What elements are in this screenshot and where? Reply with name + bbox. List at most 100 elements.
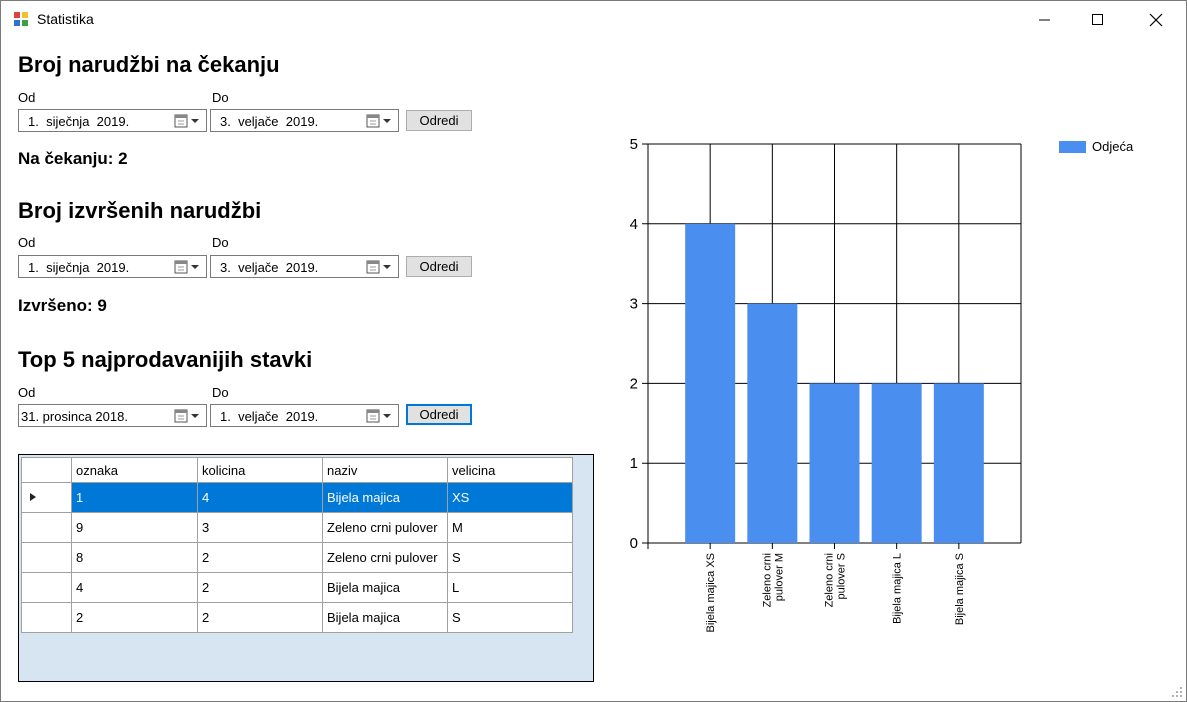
- grid-table: oznaka kolicina naziv velicina 1 4 Bijela …: [21, 457, 573, 633]
- cell-oznaka[interactable]: 2: [71, 602, 198, 633]
- x-tick-label-line: Bijela majica S: [954, 553, 966, 625]
- close-icon: [1149, 13, 1163, 27]
- resize-grip-icon[interactable]: [1171, 686, 1183, 698]
- x-tick-label-line: pulover S: [836, 553, 848, 599]
- maximize-icon: [1092, 14, 1103, 25]
- calendar-dropdown-icon[interactable]: [174, 408, 202, 424]
- column-header-oznaka[interactable]: oznaka: [71, 457, 198, 483]
- cell-velicina[interactable]: M: [447, 512, 573, 543]
- completed-result: Izvršeno: 9: [18, 296, 107, 315]
- cell-kolicina[interactable]: 2: [197, 542, 323, 573]
- calendar-dropdown-icon[interactable]: [366, 408, 394, 424]
- top5-to-label: Do: [212, 385, 229, 400]
- datepicker-value: 1. siječnja 2019.: [28, 260, 130, 275]
- datepicker-value: 1. siječnja 2019.: [28, 114, 130, 129]
- chart-bar: [871, 383, 922, 543]
- y-tick-label: 2: [630, 375, 638, 392]
- cell-naziv[interactable]: Bijela majica: [322, 572, 448, 603]
- x-tick-label-line: Zeleno crni: [761, 553, 773, 607]
- y-tick-label: 3: [630, 296, 638, 313]
- cell-oznaka[interactable]: 4: [71, 572, 198, 603]
- legend-label: Odjeća: [1092, 139, 1134, 154]
- table-row[interactable]: 9 3 Zeleno crni pulover M: [21, 512, 573, 543]
- cell-velicina[interactable]: XS: [447, 482, 573, 513]
- pending-from-label: Od: [18, 90, 36, 105]
- table-row[interactable]: 8 2 Zeleno crni pulover S: [21, 542, 573, 573]
- datepicker-value: 3. veljače 2019.: [220, 114, 319, 129]
- calendar-dropdown-icon[interactable]: [366, 259, 394, 275]
- row-header[interactable]: [21, 482, 72, 513]
- cell-naziv[interactable]: Bijela majica: [322, 482, 448, 513]
- pending-result: Na čekanju: 2: [18, 149, 128, 168]
- top5-title: Top 5 najprodavanijih stavki: [18, 347, 313, 372]
- cell-kolicina[interactable]: 4: [197, 482, 323, 513]
- completed-to-label: Do: [212, 235, 229, 250]
- window-title: Statistika: [37, 11, 94, 27]
- row-header[interactable]: [21, 542, 72, 573]
- cell-velicina[interactable]: S: [447, 602, 573, 633]
- minimize-button[interactable]: [1022, 1, 1068, 39]
- cell-oznaka[interactable]: 1: [71, 482, 198, 513]
- title-bar[interactable]: Statistika: [1, 1, 1186, 39]
- x-tick-label-line: Bijela majica L: [892, 553, 904, 624]
- calendar-dropdown-icon[interactable]: [366, 113, 394, 129]
- top5-odredi-button[interactable]: Odredi: [406, 404, 472, 425]
- legend-swatch: [1059, 140, 1086, 153]
- chart-bar: [685, 223, 736, 544]
- cell-oznaka[interactable]: 8: [71, 542, 198, 573]
- table-row[interactable]: 2 2 Bijela majica S: [21, 602, 573, 633]
- y-tick-label: 0: [630, 535, 638, 552]
- x-tick-label-line: pulover M: [773, 553, 785, 601]
- maximize-button[interactable]: [1075, 1, 1121, 39]
- y-tick-label: 1: [630, 455, 638, 472]
- completed-orders-title: Broj izvršenih narudžbi: [18, 198, 262, 223]
- x-tick-label: Zeleno crni pulover S: [824, 553, 848, 607]
- cell-velicina[interactable]: S: [447, 542, 573, 573]
- top5-from-datepicker[interactable]: 31. prosinca 2018.: [18, 404, 207, 427]
- top5-data-grid[interactable]: oznaka kolicina naziv velicina 1 4 Bijela …: [18, 454, 594, 682]
- cell-oznaka[interactable]: 9: [71, 512, 198, 543]
- table-row[interactable]: 4 2 Bijela majica L: [21, 572, 573, 603]
- column-header-naziv[interactable]: naziv: [322, 457, 448, 483]
- pending-to-datepicker[interactable]: 3. veljače 2019.: [210, 109, 399, 132]
- chart-legend: Odjeća: [1059, 139, 1133, 154]
- column-header-velicina[interactable]: velicina: [447, 457, 573, 483]
- calendar-dropdown-icon[interactable]: [174, 113, 202, 129]
- chart-bar: [747, 303, 798, 543]
- row-header[interactable]: [21, 602, 72, 633]
- x-tick-label: Bijela majica S: [954, 553, 966, 625]
- chart-bar: [809, 383, 860, 543]
- calendar-dropdown-icon[interactable]: [174, 259, 202, 275]
- cell-naziv[interactable]: Zeleno crni pulover: [322, 542, 448, 573]
- chart-bar: [933, 383, 984, 543]
- cell-kolicina[interactable]: 2: [197, 602, 323, 633]
- current-row-arrow-icon: [30, 493, 36, 501]
- y-tick-label: 5: [630, 136, 638, 153]
- row-header[interactable]: [21, 572, 72, 603]
- completed-from-label: Od: [18, 235, 36, 250]
- datepicker-value: 31. prosinca 2018.: [21, 409, 128, 424]
- row-header[interactable]: [21, 512, 72, 543]
- top5-to-datepicker[interactable]: 1. veljače 2019.: [210, 404, 399, 427]
- grid-corner-cell[interactable]: [21, 457, 72, 483]
- datepicker-value: 1. veljače 2019.: [220, 409, 319, 424]
- cell-naziv[interactable]: Bijela majica: [322, 602, 448, 633]
- pending-from-datepicker[interactable]: 1. siječnja 2019.: [18, 109, 207, 132]
- app-icon: [14, 12, 28, 26]
- y-tick-label: 4: [630, 216, 638, 233]
- cell-velicina[interactable]: L: [447, 572, 573, 603]
- column-header-kolicina[interactable]: kolicina: [197, 457, 323, 483]
- x-tick-label: Bijela majica XS: [705, 553, 717, 632]
- x-tick-label-line: Bijela majica XS: [705, 553, 717, 632]
- top5-from-label: Od: [18, 385, 36, 400]
- cell-naziv[interactable]: Zeleno crni pulover: [322, 512, 448, 543]
- datepicker-value: 3. veljače 2019.: [220, 260, 319, 275]
- table-row[interactable]: 1 4 Bijela majica XS: [21, 482, 573, 513]
- pending-odredi-button[interactable]: Odredi: [406, 110, 472, 131]
- completed-from-datepicker[interactable]: 1. siječnja 2019.: [18, 255, 207, 278]
- close-button[interactable]: [1133, 1, 1179, 39]
- cell-kolicina[interactable]: 2: [197, 572, 323, 603]
- completed-to-datepicker[interactable]: 3. veljače 2019.: [210, 255, 399, 278]
- completed-odredi-button[interactable]: Odredi: [406, 256, 472, 277]
- cell-kolicina[interactable]: 3: [197, 512, 323, 543]
